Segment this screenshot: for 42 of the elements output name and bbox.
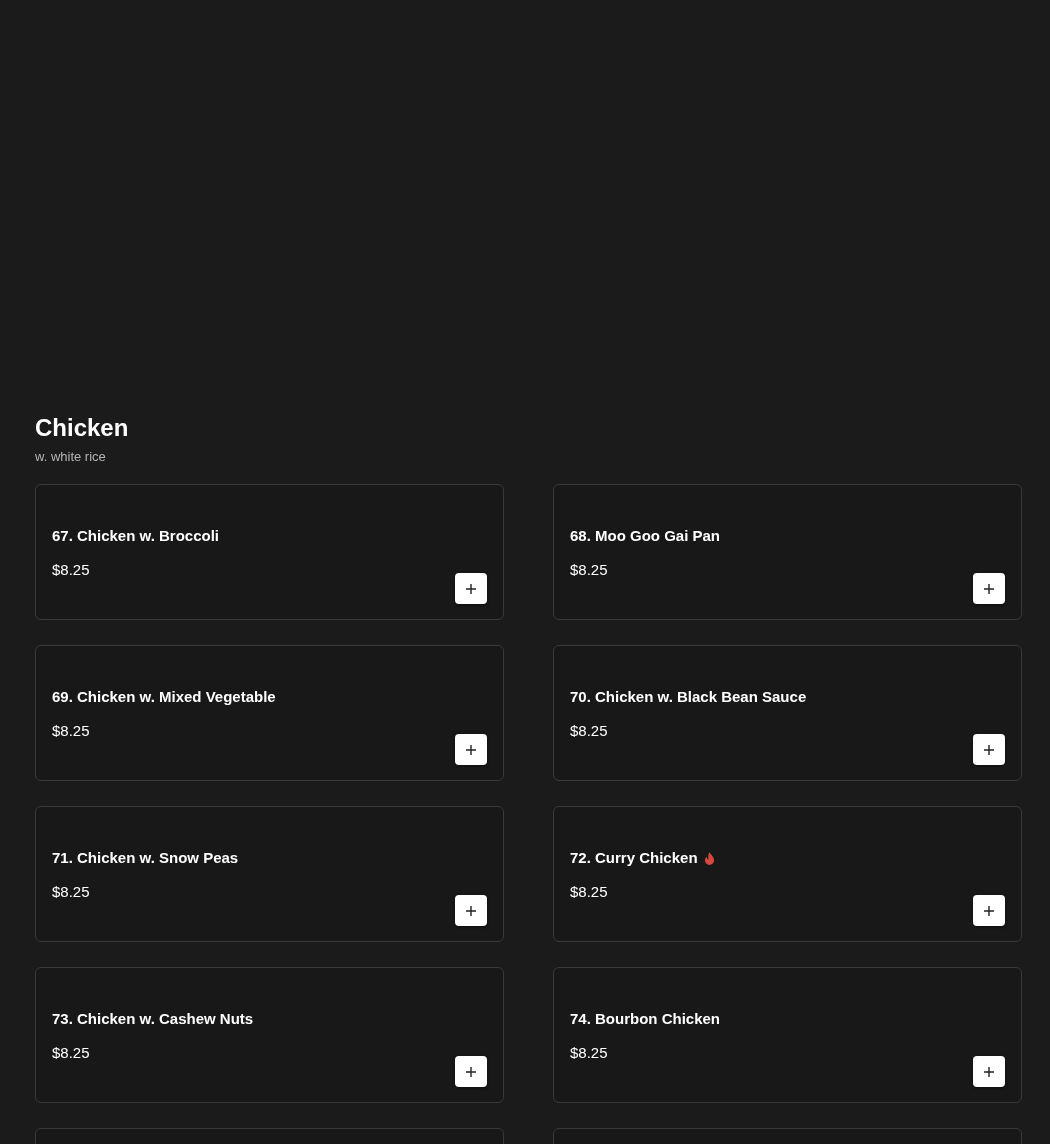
dish-name: 70. Chicken w. Black Bean Sauce [570, 687, 807, 707]
plus-icon [984, 744, 994, 755]
plus-icon [984, 583, 994, 594]
price: $8.25 [570, 560, 608, 580]
plus-icon [984, 905, 994, 916]
menu-item-card[interactable]: 71. Chicken w. Snow Peas $8.25 [35, 806, 504, 942]
menu-item-card[interactable]: 70. Chicken w. Black Bean Sauce $8.25 [553, 645, 1022, 781]
add-button[interactable] [455, 734, 487, 765]
plus-icon [466, 905, 476, 916]
add-button[interactable] [455, 895, 487, 926]
add-button[interactable] [973, 1056, 1005, 1087]
add-button[interactable] [973, 573, 1005, 604]
dish-name: 73. Chicken w. Cashew Nuts [52, 1009, 254, 1029]
dish-name: 69. Chicken w. Mixed Vegetable [52, 687, 276, 707]
price: $8.25 [52, 560, 90, 580]
add-button[interactable] [973, 895, 1005, 926]
dish-name: 74. Bourbon Chicken [570, 1009, 721, 1029]
menu-item-card[interactable]: 73. Chicken w. Cashew Nuts $8.25 [35, 967, 504, 1103]
price: $8.25 [570, 721, 608, 741]
price: $8.25 [570, 1043, 608, 1063]
section-title: Chicken [35, 414, 129, 442]
plus-icon [466, 1066, 476, 1077]
menu-item-card[interactable]: 68. Moo Goo Gai Pan $8.25 [553, 484, 1022, 620]
dish-name: 67. Chicken w. Broccoli [52, 526, 219, 546]
price: $8.25 [570, 882, 608, 902]
plus-icon [984, 1066, 994, 1077]
menu-item-card[interactable]: 72. Curry Chicken $8.25 [553, 806, 1022, 942]
menu-item-card[interactable]: 67. Chicken w. Broccoli $8.25 [35, 484, 504, 620]
price: $8.25 [52, 882, 90, 902]
dish-name: 71. Chicken w. Snow Peas [52, 848, 239, 868]
price: $8.25 [52, 1043, 90, 1063]
dish-name: 68. Moo Goo Gai Pan [570, 526, 721, 546]
add-button[interactable] [973, 734, 1005, 765]
dish-name: 72. Curry Chicken [570, 848, 698, 868]
add-button[interactable] [455, 1056, 487, 1087]
menu-item-card[interactable]: 74. Bourbon Chicken $8.25 [553, 967, 1022, 1103]
menu-item-card[interactable]: 69. Chicken w. Mixed Vegetable $8.25 [35, 645, 504, 781]
section-subtitle: w. white rice [35, 448, 106, 466]
price: $8.25 [52, 721, 90, 741]
add-button[interactable] [455, 573, 487, 604]
plus-icon [466, 583, 476, 594]
plus-icon [466, 744, 476, 755]
